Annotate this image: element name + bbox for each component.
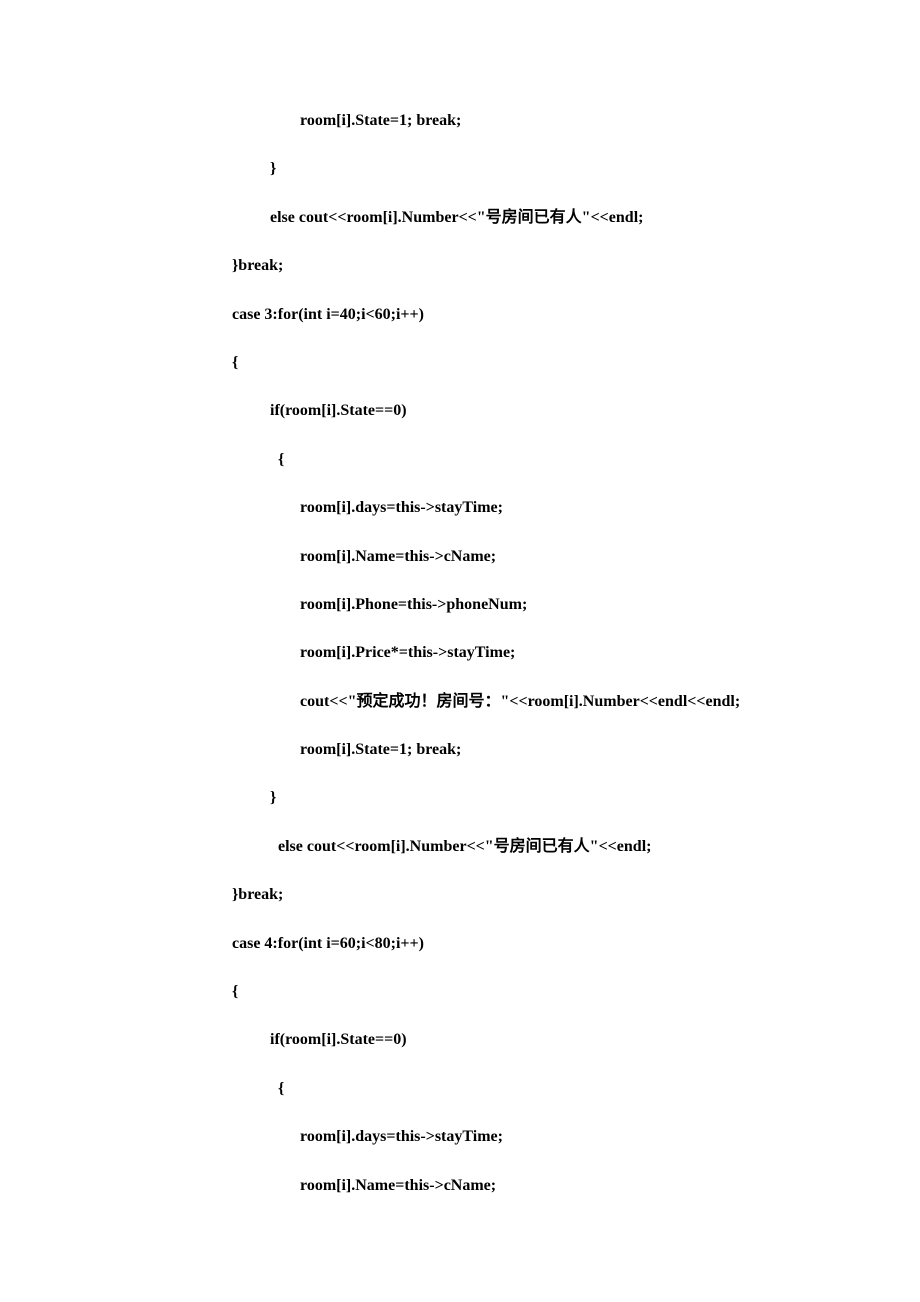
code-line: room[i].Price*=this->stayTime;: [0, 642, 920, 664]
code-line: }: [0, 787, 920, 809]
code-line: case 4:for(int i=60;i<80;i++): [0, 933, 920, 955]
code-line: cout<<"预定成功！房间号："<<room[i].Number<<endl<…: [0, 691, 920, 713]
code-line: {: [0, 1078, 920, 1100]
code-line: {: [0, 449, 920, 471]
code-line: }break;: [0, 255, 920, 277]
code-line: }break;: [0, 884, 920, 906]
code-line: else cout<<room[i].Number<<"号房间已有人"<<end…: [0, 836, 920, 858]
code-line: }: [0, 158, 920, 180]
code-line: room[i].Phone=this->phoneNum;: [0, 594, 920, 616]
code-line: case 3:for(int i=40;i<60;i++): [0, 304, 920, 326]
code-line: else cout<<room[i].Number<<"号房间已有人"<<end…: [0, 207, 920, 229]
code-line: room[i].State=1; break;: [0, 739, 920, 761]
code-line: room[i].days=this->stayTime;: [0, 1126, 920, 1148]
document-page: room[i].State=1; break;} else cout<<room[…: [0, 0, 920, 1283]
code-line: room[i].Name=this->cName;: [0, 1175, 920, 1197]
code-line: if(room[i].State==0): [0, 1029, 920, 1051]
code-line: if(room[i].State==0): [0, 400, 920, 422]
code-line: room[i].Name=this->cName;: [0, 546, 920, 568]
code-line: room[i].days=this->stayTime;: [0, 497, 920, 519]
code-line: room[i].State=1; break;: [0, 110, 920, 132]
code-line: {: [0, 981, 920, 1003]
code-line: {: [0, 352, 920, 374]
